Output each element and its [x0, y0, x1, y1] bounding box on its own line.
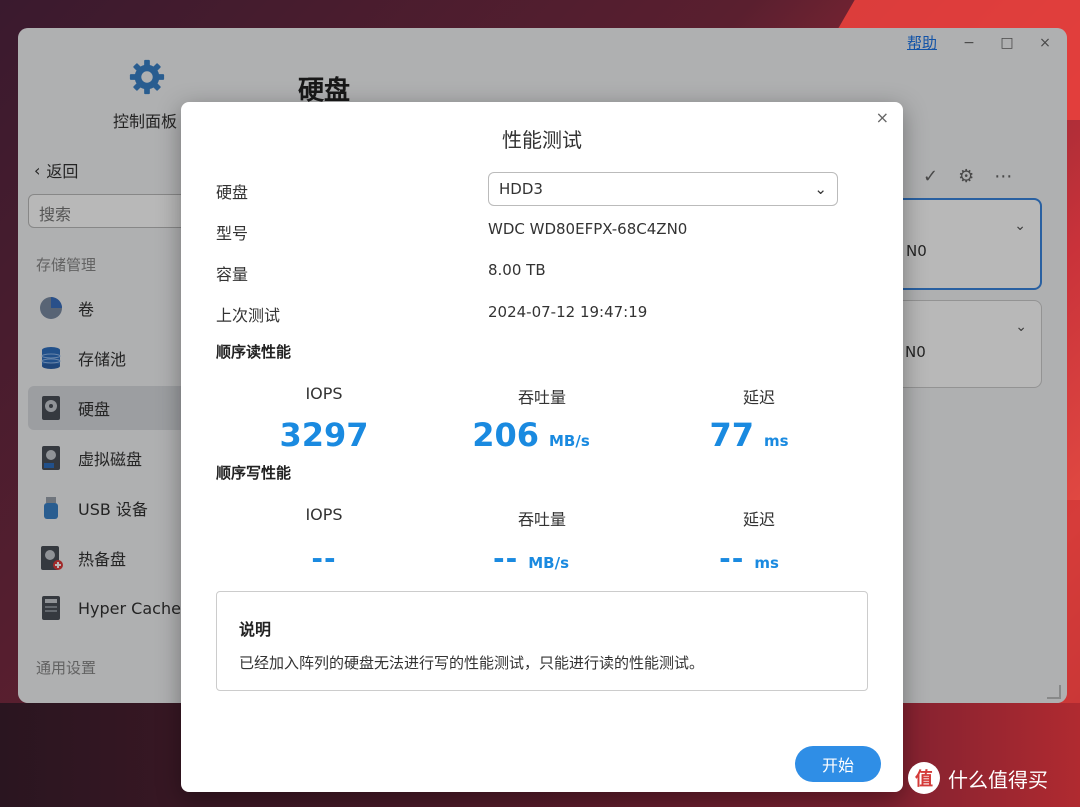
capacity-label: 容量	[216, 265, 249, 284]
performance-test-dialog: × 性能测试 硬盘 HDD3 ⌄ 型号 WDC WD80EFPX-68C4ZN0…	[181, 102, 903, 792]
seq-read-throughput-unit: MB/s	[549, 432, 590, 450]
seq-read-title: 顺序读性能	[216, 343, 292, 361]
seq-write-latency-value: -- ms	[659, 542, 839, 575]
watermark-logo: 值	[908, 762, 940, 794]
seq-read-throughput-label: 吞吐量	[517, 388, 566, 407]
chevron-down-icon: ⌄	[814, 180, 827, 198]
model-label: 型号	[216, 224, 249, 243]
seq-read-latency-unit: ms	[763, 432, 789, 450]
seq-write-throughput-unit: MB/s	[528, 554, 570, 572]
note-title: 说明	[239, 620, 272, 639]
seq-write-latency-unit: ms	[754, 554, 779, 572]
seq-write-title: 顺序写性能	[216, 464, 292, 482]
seq-write-iops-label: IOPS	[305, 505, 343, 524]
seq-write-latency-number: --	[719, 542, 745, 575]
seq-write-throughput-label: 吞吐量	[517, 510, 566, 529]
watermark-text: 什么值得买	[948, 767, 1048, 792]
seq-write-iops-number: --	[311, 542, 337, 575]
seq-read-latency-number: 77	[709, 416, 754, 454]
seq-write-throughput-number: --	[492, 542, 519, 575]
model-value: WDC WD80EFPX-68C4ZN0	[488, 220, 688, 238]
seq-read-iops-label: IOPS	[305, 384, 343, 403]
seq-read-throughput-value: 206 MB/s	[441, 416, 621, 454]
disk-select-value: HDD3	[499, 180, 543, 198]
last-test-label: 上次测试	[216, 306, 281, 325]
watermark: 值 什么值得买	[908, 762, 1048, 794]
seq-write-iops-value: --	[234, 542, 414, 575]
note-box: 说明 已经加入阵列的硬盘无法进行写的性能测试，只能进行读的性能测试。	[216, 591, 868, 691]
disk-label: 硬盘	[216, 183, 249, 202]
start-button[interactable]: 开始	[795, 746, 881, 782]
seq-read-iops-value: 3297	[234, 416, 414, 454]
seq-write-throughput-value: -- MB/s	[441, 542, 621, 575]
seq-read-latency-label: 延迟	[742, 388, 775, 407]
seq-read-iops-number: 3297	[279, 416, 369, 454]
dialog-title: 性能测试	[502, 128, 582, 152]
note-text: 已经加入阵列的硬盘无法进行写的性能测试，只能进行读的性能测试。	[239, 654, 705, 672]
seq-write-latency-label: 延迟	[742, 510, 775, 529]
seq-read-latency-value: 77 ms	[659, 416, 839, 454]
capacity-value: 8.00 TB	[488, 261, 546, 279]
disk-select[interactable]: HDD3 ⌄	[488, 172, 838, 206]
seq-read-throughput-number: 206	[472, 416, 539, 454]
last-test-value: 2024-07-12 19:47:19	[488, 303, 648, 321]
